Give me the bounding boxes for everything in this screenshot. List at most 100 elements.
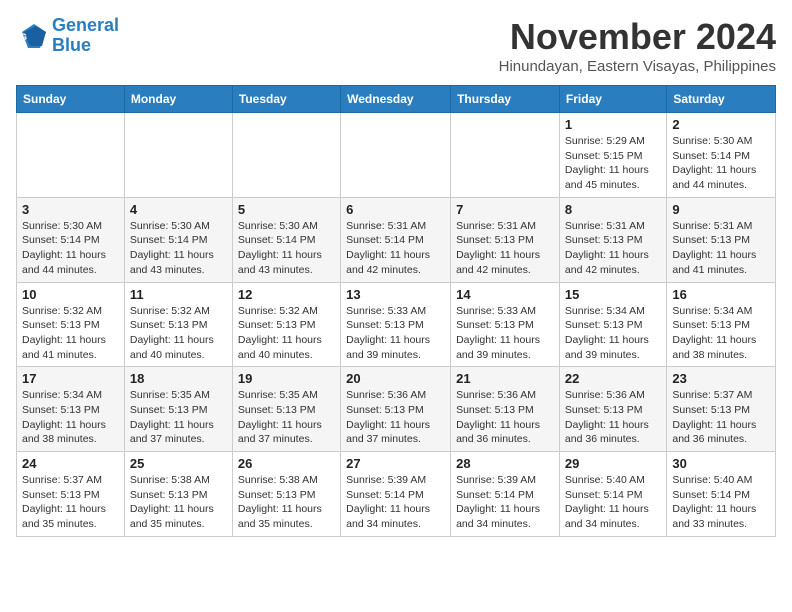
calendar-cell: 6 Sunrise: 5:31 AM Sunset: 5:14 PM Daylig…	[341, 197, 451, 282]
day-info: Sunrise: 5:38 AM Sunset: 5:13 PM Dayligh…	[238, 473, 335, 532]
calendar-cell: 23 Sunrise: 5:37 AM Sunset: 5:13 PM Dayli…	[667, 367, 776, 452]
calendar-cell: 9 Sunrise: 5:31 AM Sunset: 5:13 PM Daylig…	[667, 197, 776, 282]
day-info: Sunrise: 5:37 AM Sunset: 5:13 PM Dayligh…	[672, 388, 770, 447]
day-number: 18	[130, 371, 227, 386]
day-info: Sunrise: 5:34 AM Sunset: 5:13 PM Dayligh…	[565, 304, 661, 363]
calendar-week-row: 3 Sunrise: 5:30 AM Sunset: 5:14 PM Daylig…	[17, 197, 776, 282]
day-number: 20	[346, 371, 445, 386]
calendar-cell: 1 Sunrise: 5:29 AM Sunset: 5:15 PM Daylig…	[559, 113, 666, 198]
day-number: 29	[565, 456, 661, 471]
day-info: Sunrise: 5:32 AM Sunset: 5:13 PM Dayligh…	[238, 304, 335, 363]
day-info: Sunrise: 5:35 AM Sunset: 5:13 PM Dayligh…	[238, 388, 335, 447]
calendar-cell: 5Sunrise: 5:30 AM Sunset: 5:14 PM Daylig…	[232, 197, 340, 282]
day-number: 27	[346, 456, 445, 471]
day-info: Sunrise: 5:33 AM Sunset: 5:13 PM Dayligh…	[456, 304, 554, 363]
calendar-cell: 21 Sunrise: 5:36 AM Sunset: 5:13 PM Dayli…	[451, 367, 560, 452]
calendar-cell: 16 Sunrise: 5:34 AM Sunset: 5:13 PM Dayli…	[667, 282, 776, 367]
calendar-cell: 25Sunrise: 5:38 AM Sunset: 5:13 PM Dayli…	[124, 452, 232, 537]
calendar-cell: 17 Sunrise: 5:34 AM Sunset: 5:13 PM Dayli…	[17, 367, 125, 452]
calendar-cell: 19 Sunrise: 5:35 AM Sunset: 5:13 PM Dayli…	[232, 367, 340, 452]
day-number: 23	[672, 371, 770, 386]
day-info: Sunrise: 5:36 AM Sunset: 5:13 PM Dayligh…	[456, 388, 554, 447]
day-info: Sunrise: 5:36 AM Sunset: 5:13 PM Dayligh…	[346, 388, 445, 447]
calendar-cell	[17, 113, 125, 198]
calendar-cell: 20 Sunrise: 5:36 AM Sunset: 5:13 PM Dayli…	[341, 367, 451, 452]
day-info: Sunrise: 5:30 AM Sunset: 5:14 PM Dayligh…	[238, 219, 335, 278]
day-number: 2	[672, 117, 770, 132]
day-info: Sunrise: 5:33 AM Sunset: 5:13 PM Dayligh…	[346, 304, 445, 363]
day-info: Sunrise: 5:37 AM Sunset: 5:13 PM Dayligh…	[22, 473, 119, 532]
day-info: Sunrise: 5:31 AM Sunset: 5:13 PM Dayligh…	[565, 219, 661, 278]
day-info: Sunrise: 5:40 AM Sunset: 5:14 PM Dayligh…	[672, 473, 770, 532]
day-info: Sunrise: 5:30 AM Sunset: 5:14 PM Dayligh…	[22, 219, 119, 278]
day-info: Sunrise: 5:36 AM Sunset: 5:13 PM Dayligh…	[565, 388, 661, 447]
day-number: 15	[565, 287, 661, 302]
day-number: 10	[22, 287, 119, 302]
day-info: Sunrise: 5:35 AM Sunset: 5:13 PM Dayligh…	[130, 388, 227, 447]
day-info: Sunrise: 5:31 AM Sunset: 5:14 PM Dayligh…	[346, 219, 445, 278]
day-info: Sunrise: 5:39 AM Sunset: 5:14 PM Dayligh…	[346, 473, 445, 532]
day-number: 4	[130, 202, 227, 217]
weekday-header-cell: Tuesday	[232, 86, 340, 113]
calendar-cell: 7 Sunrise: 5:31 AM Sunset: 5:13 PM Daylig…	[451, 197, 560, 282]
calendar-cell: 26 Sunrise: 5:38 AM Sunset: 5:13 PM Dayli…	[232, 452, 340, 537]
day-info: Sunrise: 5:32 AM Sunset: 5:13 PM Dayligh…	[130, 304, 227, 363]
day-number: 9	[672, 202, 770, 217]
day-info: Sunrise: 5:40 AM Sunset: 5:14 PM Dayligh…	[565, 473, 661, 532]
calendar-cell	[341, 113, 451, 198]
calendar-cell: 15 Sunrise: 5:34 AM Sunset: 5:13 PM Dayli…	[559, 282, 666, 367]
calendar-cell: 30 Sunrise: 5:40 AM Sunset: 5:14 PM Dayli…	[667, 452, 776, 537]
weekday-header-cell: Thursday	[451, 86, 560, 113]
day-info: Sunrise: 5:34 AM Sunset: 5:13 PM Dayligh…	[672, 304, 770, 363]
day-number: 7	[456, 202, 554, 217]
day-info: Sunrise: 5:38 AM Sunset: 5:13 PM Dayligh…	[130, 473, 227, 532]
day-number: 8	[565, 202, 661, 217]
day-number: 12	[238, 287, 335, 302]
calendar-cell: 28Sunrise: 5:39 AM Sunset: 5:14 PM Dayli…	[451, 452, 560, 537]
calendar-cell	[451, 113, 560, 198]
weekday-header-cell: Sunday	[17, 86, 125, 113]
day-number: 6	[346, 202, 445, 217]
month-title: November 2024	[499, 16, 776, 58]
day-number: 11	[130, 287, 227, 302]
title-block: November 2024 Hinundayan, Eastern Visaya…	[499, 16, 776, 75]
calendar-cell: 24 Sunrise: 5:37 AM Sunset: 5:13 PM Dayli…	[17, 452, 125, 537]
calendar-cell: 11 Sunrise: 5:32 AM Sunset: 5:13 PM Dayli…	[124, 282, 232, 367]
day-number: 17	[22, 371, 119, 386]
day-info: Sunrise: 5:31 AM Sunset: 5:13 PM Dayligh…	[456, 219, 554, 278]
day-number: 1	[565, 117, 661, 132]
calendar-cell: 27 Sunrise: 5:39 AM Sunset: 5:14 PM Dayli…	[341, 452, 451, 537]
weekday-header-cell: Saturday	[667, 86, 776, 113]
svg-text:G: G	[20, 32, 27, 42]
day-number: 14	[456, 287, 554, 302]
day-number: 24	[22, 456, 119, 471]
calendar-cell: 8 Sunrise: 5:31 AM Sunset: 5:13 PM Daylig…	[559, 197, 666, 282]
logo: G General Blue	[16, 16, 119, 56]
day-info: Sunrise: 5:31 AM Sunset: 5:13 PM Dayligh…	[672, 219, 770, 278]
day-info: Sunrise: 5:29 AM Sunset: 5:15 PM Dayligh…	[565, 134, 661, 193]
day-info: Sunrise: 5:30 AM Sunset: 5:14 PM Dayligh…	[130, 219, 227, 278]
weekday-header-row: SundayMondayTuesdayWednesdayThursdayFrid…	[17, 86, 776, 113]
day-number: 21	[456, 371, 554, 386]
calendar-cell	[232, 113, 340, 198]
day-number: 30	[672, 456, 770, 471]
calendar-cell: 22Sunrise: 5:36 AM Sunset: 5:13 PM Dayli…	[559, 367, 666, 452]
calendar-cell: 3 Sunrise: 5:30 AM Sunset: 5:14 PM Daylig…	[17, 197, 125, 282]
calendar-cell: 2 Sunrise: 5:30 AM Sunset: 5:14 PM Daylig…	[667, 113, 776, 198]
day-number: 16	[672, 287, 770, 302]
day-number: 26	[238, 456, 335, 471]
weekday-header-cell: Wednesday	[341, 86, 451, 113]
calendar-cell: 12 Sunrise: 5:32 AM Sunset: 5:13 PM Dayli…	[232, 282, 340, 367]
day-number: 28	[456, 456, 554, 471]
day-info: Sunrise: 5:30 AM Sunset: 5:14 PM Dayligh…	[672, 134, 770, 193]
calendar-cell: 10Sunrise: 5:32 AM Sunset: 5:13 PM Dayli…	[17, 282, 125, 367]
weekday-header-cell: Monday	[124, 86, 232, 113]
day-number: 3	[22, 202, 119, 217]
day-number: 13	[346, 287, 445, 302]
calendar-week-row: 1 Sunrise: 5:29 AM Sunset: 5:15 PM Daylig…	[17, 113, 776, 198]
calendar-week-row: 10 Sunrise: 5:32 AM Sunset: 5:13 PM Dayli…	[17, 282, 776, 367]
day-info: Sunrise: 5:34 AM Sunset: 5:13 PM Dayligh…	[22, 388, 119, 447]
calendar-table: SundayMondayTuesdayWednesdayThursdayFrid…	[16, 85, 776, 537]
calendar-week-row: 24 Sunrise: 5:37 AM Sunset: 5:13 PM Dayli…	[17, 452, 776, 537]
day-number: 19	[238, 371, 335, 386]
